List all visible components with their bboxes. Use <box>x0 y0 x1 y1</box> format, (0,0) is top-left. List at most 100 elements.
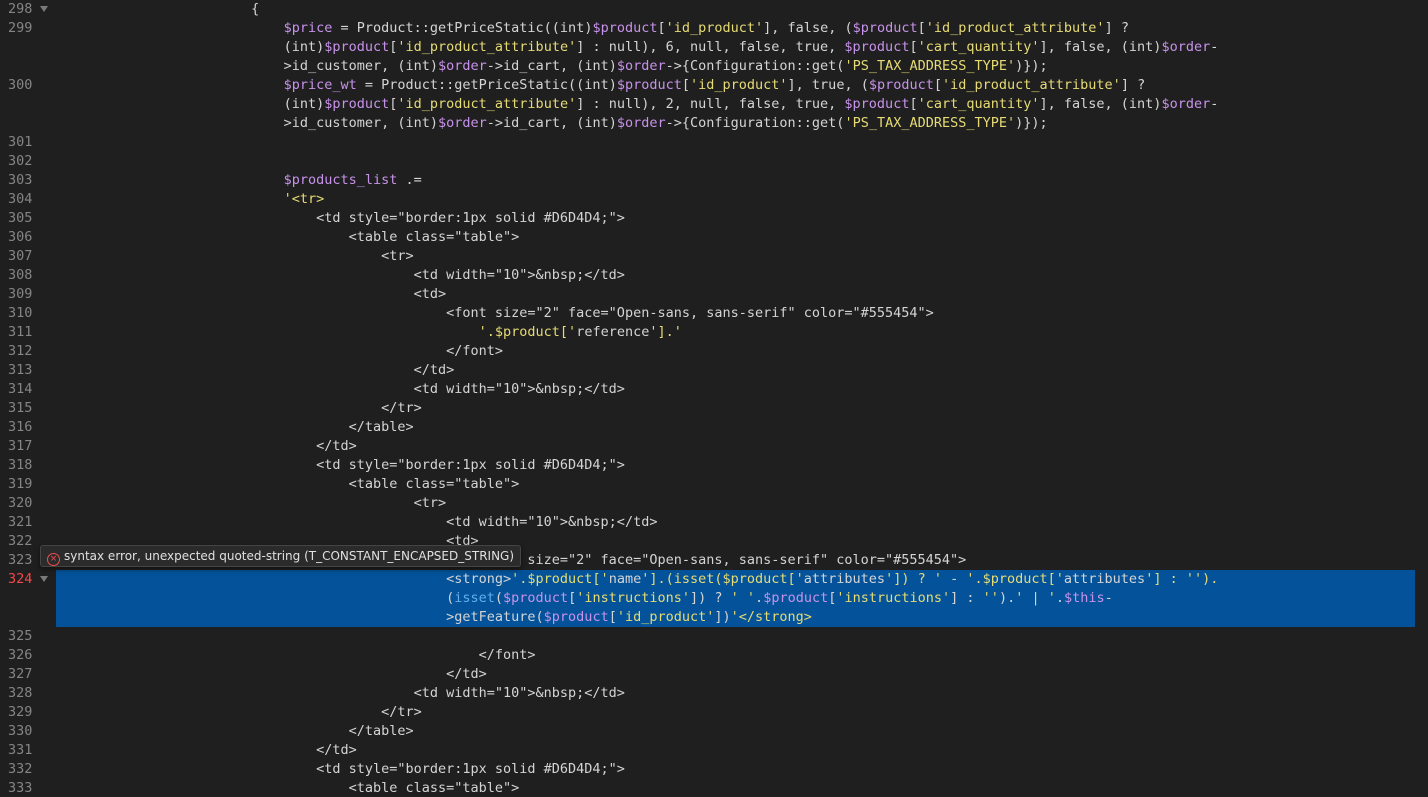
code-text[interactable]: </td> <box>56 741 1428 760</box>
code-line[interactable]: 300 $price_wt = Product::getPriceStatic(… <box>0 76 1428 95</box>
line-number: 306 <box>8 229 33 245</box>
code-text[interactable]: (int)$product['id_product_attribute'] : … <box>56 95 1428 114</box>
code-text[interactable]: (int)$product['id_product_attribute'] : … <box>56 38 1428 57</box>
line-number: 300 <box>8 77 33 93</box>
code-line[interactable]: 321 <td width="10">&nbsp;</td> <box>0 513 1428 532</box>
code-text[interactable]: <table class="table"> <box>56 475 1428 494</box>
code-text[interactable]: '<tr> <box>56 190 1428 209</box>
line-gutter: 309 <box>0 285 56 304</box>
code-text[interactable]: <td style="border:1px solid #D6D4D4;"> <box>56 456 1428 475</box>
code-text[interactable]: </font> <box>56 646 1428 665</box>
code-line[interactable]: 316 </table> <box>0 418 1428 437</box>
code-line[interactable]: 314 <td width="10">&nbsp;</td> <box>0 380 1428 399</box>
code-text[interactable]: </tr> <box>56 399 1428 418</box>
code-line[interactable]: 308 <td width="10">&nbsp;</td> <box>0 266 1428 285</box>
code-text[interactable]: </font> <box>56 342 1428 361</box>
code-line[interactable]: 331 </td> <box>0 741 1428 760</box>
code-line[interactable]: 319 <table class="table"> <box>0 475 1428 494</box>
code-text[interactable]: </table> <box>56 418 1428 437</box>
fold-arrow-icon[interactable] <box>40 6 48 12</box>
code-line[interactable]: 305 <td style="border:1px solid #D6D4D4;… <box>0 209 1428 228</box>
line-number: 333 <box>8 780 33 796</box>
code-text[interactable]: <td width="10">&nbsp;</td> <box>56 380 1428 399</box>
code-text[interactable] <box>56 152 1428 171</box>
code-text[interactable]: <td style="border:1px solid #D6D4D4;"> <box>56 209 1428 228</box>
code-text[interactable]: <td style="border:1px solid #D6D4D4;"> <box>56 760 1428 779</box>
code-line[interactable]: 301 <box>0 133 1428 152</box>
code-line[interactable]: 303 $products_list .= <box>0 171 1428 190</box>
code-line[interactable]: 326 </font> <box>0 646 1428 665</box>
code-line[interactable]: >getFeature($product['id_product'])'</st… <box>0 608 1428 627</box>
code-line[interactable]: 324 <strong>'.$product['name'].(isset($p… <box>0 570 1428 589</box>
code-line[interactable]: >id_customer, (int)$order->id_cart, (int… <box>0 57 1428 76</box>
code-text[interactable]: <td> <box>56 285 1428 304</box>
code-line[interactable]: >id_customer, (int)$order->id_cart, (int… <box>0 114 1428 133</box>
code-line[interactable]: 320 <tr> <box>0 494 1428 513</box>
code-line[interactable]: 309 <td> <box>0 285 1428 304</box>
code-text[interactable]: <strong>'.$product['name'].(isset($produ… <box>56 570 1415 589</box>
code-line[interactable]: 313 </td> <box>0 361 1428 380</box>
code-text[interactable]: '.$product['reference'].' <box>56 323 1428 342</box>
code-text[interactable]: </tr> <box>56 703 1428 722</box>
code-text[interactable]: <table class="table"> <box>56 228 1428 247</box>
code-line[interactable]: 302 <box>0 152 1428 171</box>
code-text[interactable]: <td width="10">&nbsp;</td> <box>56 513 1428 532</box>
line-number: 326 <box>8 647 33 663</box>
code-text[interactable] <box>56 627 1428 646</box>
code-line[interactable]: 325 <box>0 627 1428 646</box>
code-text[interactable]: <tr> <box>56 247 1428 266</box>
code-text[interactable]: </td> <box>56 665 1428 684</box>
line-gutter: 310 <box>0 304 56 323</box>
code-text[interactable]: { <box>56 0 1428 19</box>
line-gutter: 327 <box>0 665 56 684</box>
code-text[interactable]: <td width="10">&nbsp;</td> <box>56 266 1428 285</box>
code-line[interactable]: 333 <table class="table"> <box>0 779 1428 797</box>
code-line[interactable]: 315 </tr> <box>0 399 1428 418</box>
line-number: 329 <box>8 704 33 720</box>
code-text[interactable]: (isset($product['instructions']) ? ' '.$… <box>56 589 1415 608</box>
line-number: 321 <box>8 514 33 530</box>
code-line[interactable]: (int)$product['id_product_attribute'] : … <box>0 95 1428 114</box>
code-line[interactable]: 307 <tr> <box>0 247 1428 266</box>
code-line[interactable]: 299 $price = Product::getPriceStatic((in… <box>0 19 1428 38</box>
code-text[interactable]: </td> <box>56 361 1428 380</box>
code-line[interactable]: 332 <td style="border:1px solid #D6D4D4;… <box>0 760 1428 779</box>
fold-arrow-icon[interactable] <box>40 576 48 582</box>
line-gutter: 308 <box>0 266 56 285</box>
code-text[interactable]: <font size="2" face="Open-sans, sans-ser… <box>56 304 1428 323</box>
code-line[interactable]: 328 <td width="10">&nbsp;</td> <box>0 684 1428 703</box>
code-text[interactable]: $products_list .= <box>56 171 1428 190</box>
code-text[interactable]: </table> <box>56 722 1428 741</box>
code-line[interactable]: 327 </td> <box>0 665 1428 684</box>
code-text[interactable]: <td width="10">&nbsp;</td> <box>56 684 1428 703</box>
code-text[interactable]: $price_wt = Product::getPriceStatic((int… <box>56 76 1428 95</box>
code-line[interactable]: 317 </td> <box>0 437 1428 456</box>
line-gutter: 311 <box>0 323 56 342</box>
code-line[interactable]: 329 </tr> <box>0 703 1428 722</box>
code-line[interactable]: 310 <font size="2" face="Open-sans, sans… <box>0 304 1428 323</box>
code-line[interactable]: 311 '.$product['reference'].' <box>0 323 1428 342</box>
error-tooltip: × syntax error, unexpected quoted-string … <box>40 545 522 567</box>
code-text[interactable]: >id_customer, (int)$order->id_cart, (int… <box>56 114 1428 133</box>
code-text[interactable]: <tr> <box>56 494 1428 513</box>
code-text[interactable]: <table class="table"> <box>56 779 1428 797</box>
line-number: 310 <box>8 305 33 321</box>
code-line[interactable]: (isset($product['instructions']) ? ' '.$… <box>0 589 1428 608</box>
line-gutter: 313 <box>0 361 56 380</box>
code-line[interactable]: 306 <table class="table"> <box>0 228 1428 247</box>
code-text[interactable]: >id_customer, (int)$order->id_cart, (int… <box>56 57 1428 76</box>
code-text[interactable]: $price = Product::getPriceStatic((int)$p… <box>56 19 1428 38</box>
line-gutter: 331 <box>0 741 56 760</box>
code-text[interactable]: >getFeature($product['id_product'])'</st… <box>56 608 1415 627</box>
code-line[interactable]: 318 <td style="border:1px solid #D6D4D4;… <box>0 456 1428 475</box>
line-gutter: 321 <box>0 513 56 532</box>
code-line[interactable]: 298 { <box>0 0 1428 19</box>
code-line[interactable]: 330 </table> <box>0 722 1428 741</box>
code-text[interactable]: </td> <box>56 437 1428 456</box>
code-editor[interactable]: 298 {299 $price = Product::getPriceStati… <box>0 0 1428 797</box>
line-number: 332 <box>8 761 33 777</box>
code-line[interactable]: 312 </font> <box>0 342 1428 361</box>
code-line[interactable]: 304 '<tr> <box>0 190 1428 209</box>
code-line[interactable]: (int)$product['id_product_attribute'] : … <box>0 38 1428 57</box>
code-text[interactable] <box>56 133 1428 152</box>
